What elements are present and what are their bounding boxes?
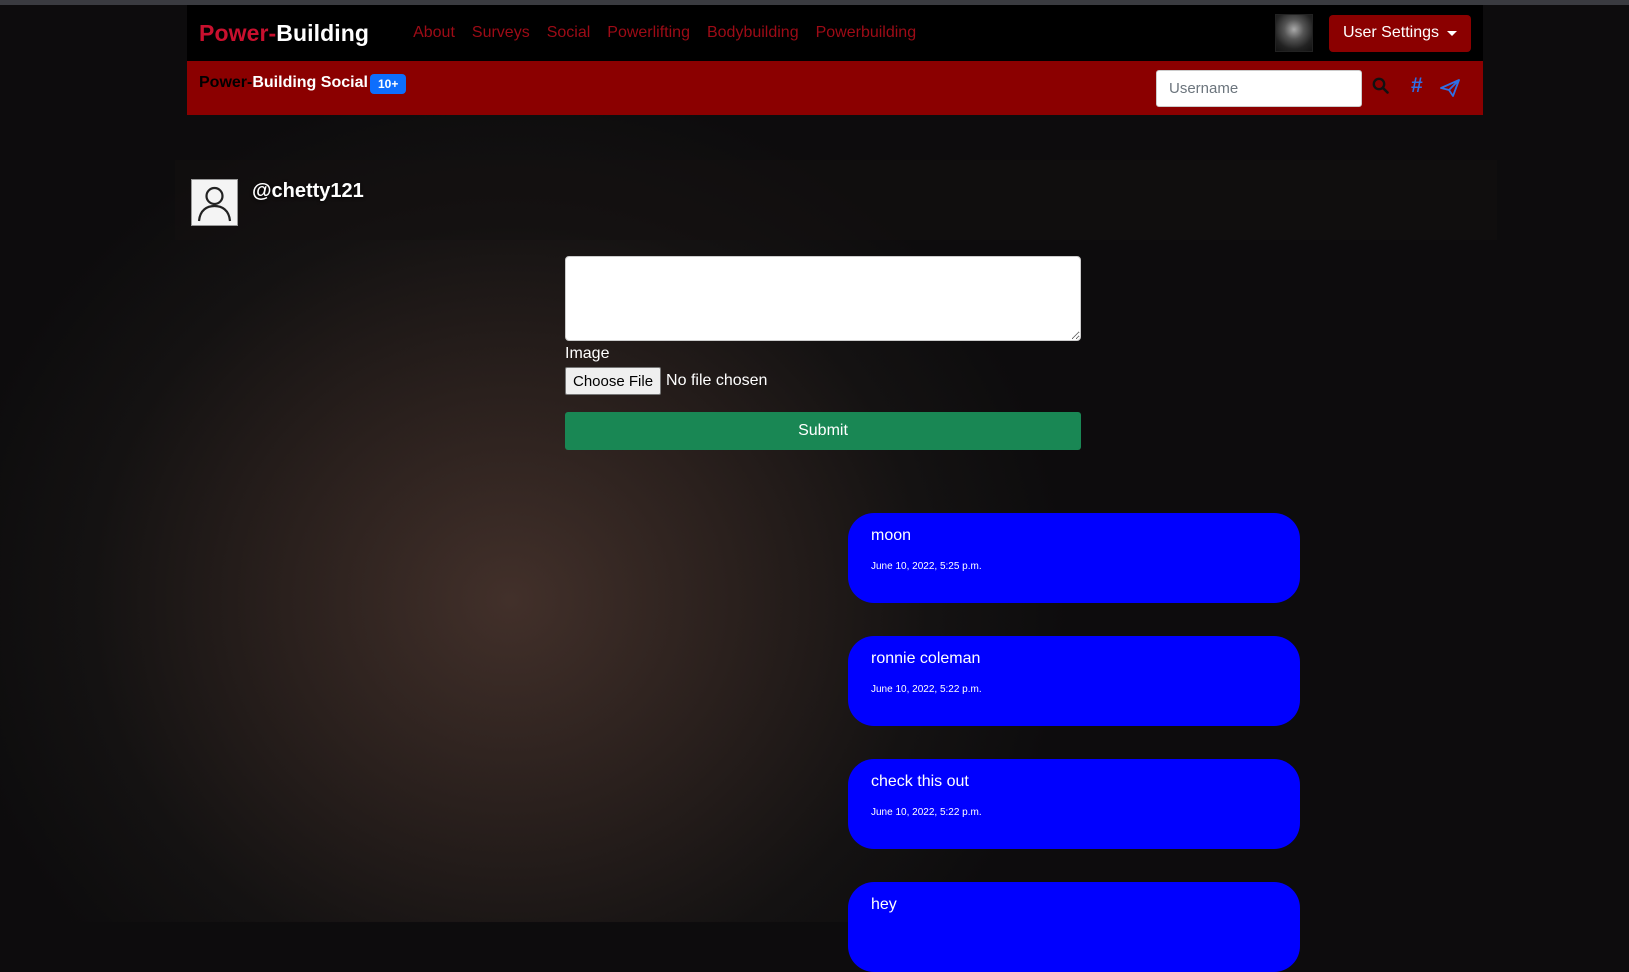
post-text: ronnie coleman (871, 650, 981, 667)
chevron-down-icon (1447, 30, 1457, 36)
post-text: check this out (871, 773, 969, 790)
nav-link-bodybuilding[interactable]: Bodybuilding (707, 24, 799, 42)
social-subbar: Power-Building Social 10+ # (187, 61, 1483, 115)
post-card[interactable]: moon June 10, 2022, 5:25 p.m. (848, 513, 1300, 603)
post-card[interactable]: ronnie coleman June 10, 2022, 5:22 p.m. (848, 636, 1300, 726)
post-card[interactable]: check this out June 10, 2022, 5:22 p.m. (848, 759, 1300, 849)
post-date: June 10, 2022, 5:25 p.m. (871, 561, 982, 572)
brand-part-1: Power- (199, 19, 277, 46)
hash-icon[interactable]: # (1411, 74, 1423, 98)
notification-badge[interactable]: 10+ (370, 74, 407, 94)
user-settings-label: User Settings (1342, 24, 1439, 41)
social-brand-part-2: Building Social (252, 74, 368, 91)
send-icon[interactable] (1440, 79, 1460, 102)
brand-part-2: Building (276, 19, 370, 46)
user-avatar-icon[interactable] (191, 179, 238, 226)
main-navbar: Power-Building About Surveys Social Powe… (187, 5, 1483, 61)
image-label: Image (565, 345, 610, 362)
choose-file-button[interactable]: Choose File (565, 367, 662, 395)
nav-link-powerlifting[interactable]: Powerlifting (607, 24, 690, 42)
nav-right: User Settings (1274, 14, 1483, 52)
file-input: Choose File No file chosen (565, 367, 767, 395)
post-date: June 10, 2022, 5:22 p.m. (871, 807, 982, 818)
post-text: hey (871, 896, 897, 913)
social-brand[interactable]: Power-Building Social (199, 74, 368, 92)
user-settings-dropdown-button[interactable]: User Settings (1328, 14, 1471, 52)
nav-links: About Surveys Social Powerlifting Bodybu… (413, 24, 933, 42)
username-search-input[interactable] (1156, 70, 1362, 107)
nav-link-powerbuilding[interactable]: Powerbuilding (816, 24, 917, 42)
nav-link-surveys[interactable]: Surveys (472, 24, 530, 42)
submit-button[interactable]: Submit (565, 412, 1081, 450)
user-avatar-thumbnail[interactable] (1274, 14, 1313, 52)
post-text: moon (871, 527, 912, 544)
nav-link-about[interactable]: About (413, 24, 455, 42)
post-date: June 10, 2022, 5:22 p.m. (871, 684, 982, 695)
profile-header-band (175, 160, 1497, 240)
file-status: No file chosen (666, 372, 768, 389)
post-card[interactable]: hey (848, 882, 1300, 972)
post-text-input[interactable] (565, 256, 1081, 341)
brand-logo[interactable]: Power-Building (199, 20, 369, 47)
nav-link-social[interactable]: Social (547, 24, 591, 42)
profile-handle: @chetty121 (252, 180, 364, 202)
social-brand-part-1: Power- (199, 74, 253, 91)
search-icon[interactable] (1372, 77, 1389, 99)
